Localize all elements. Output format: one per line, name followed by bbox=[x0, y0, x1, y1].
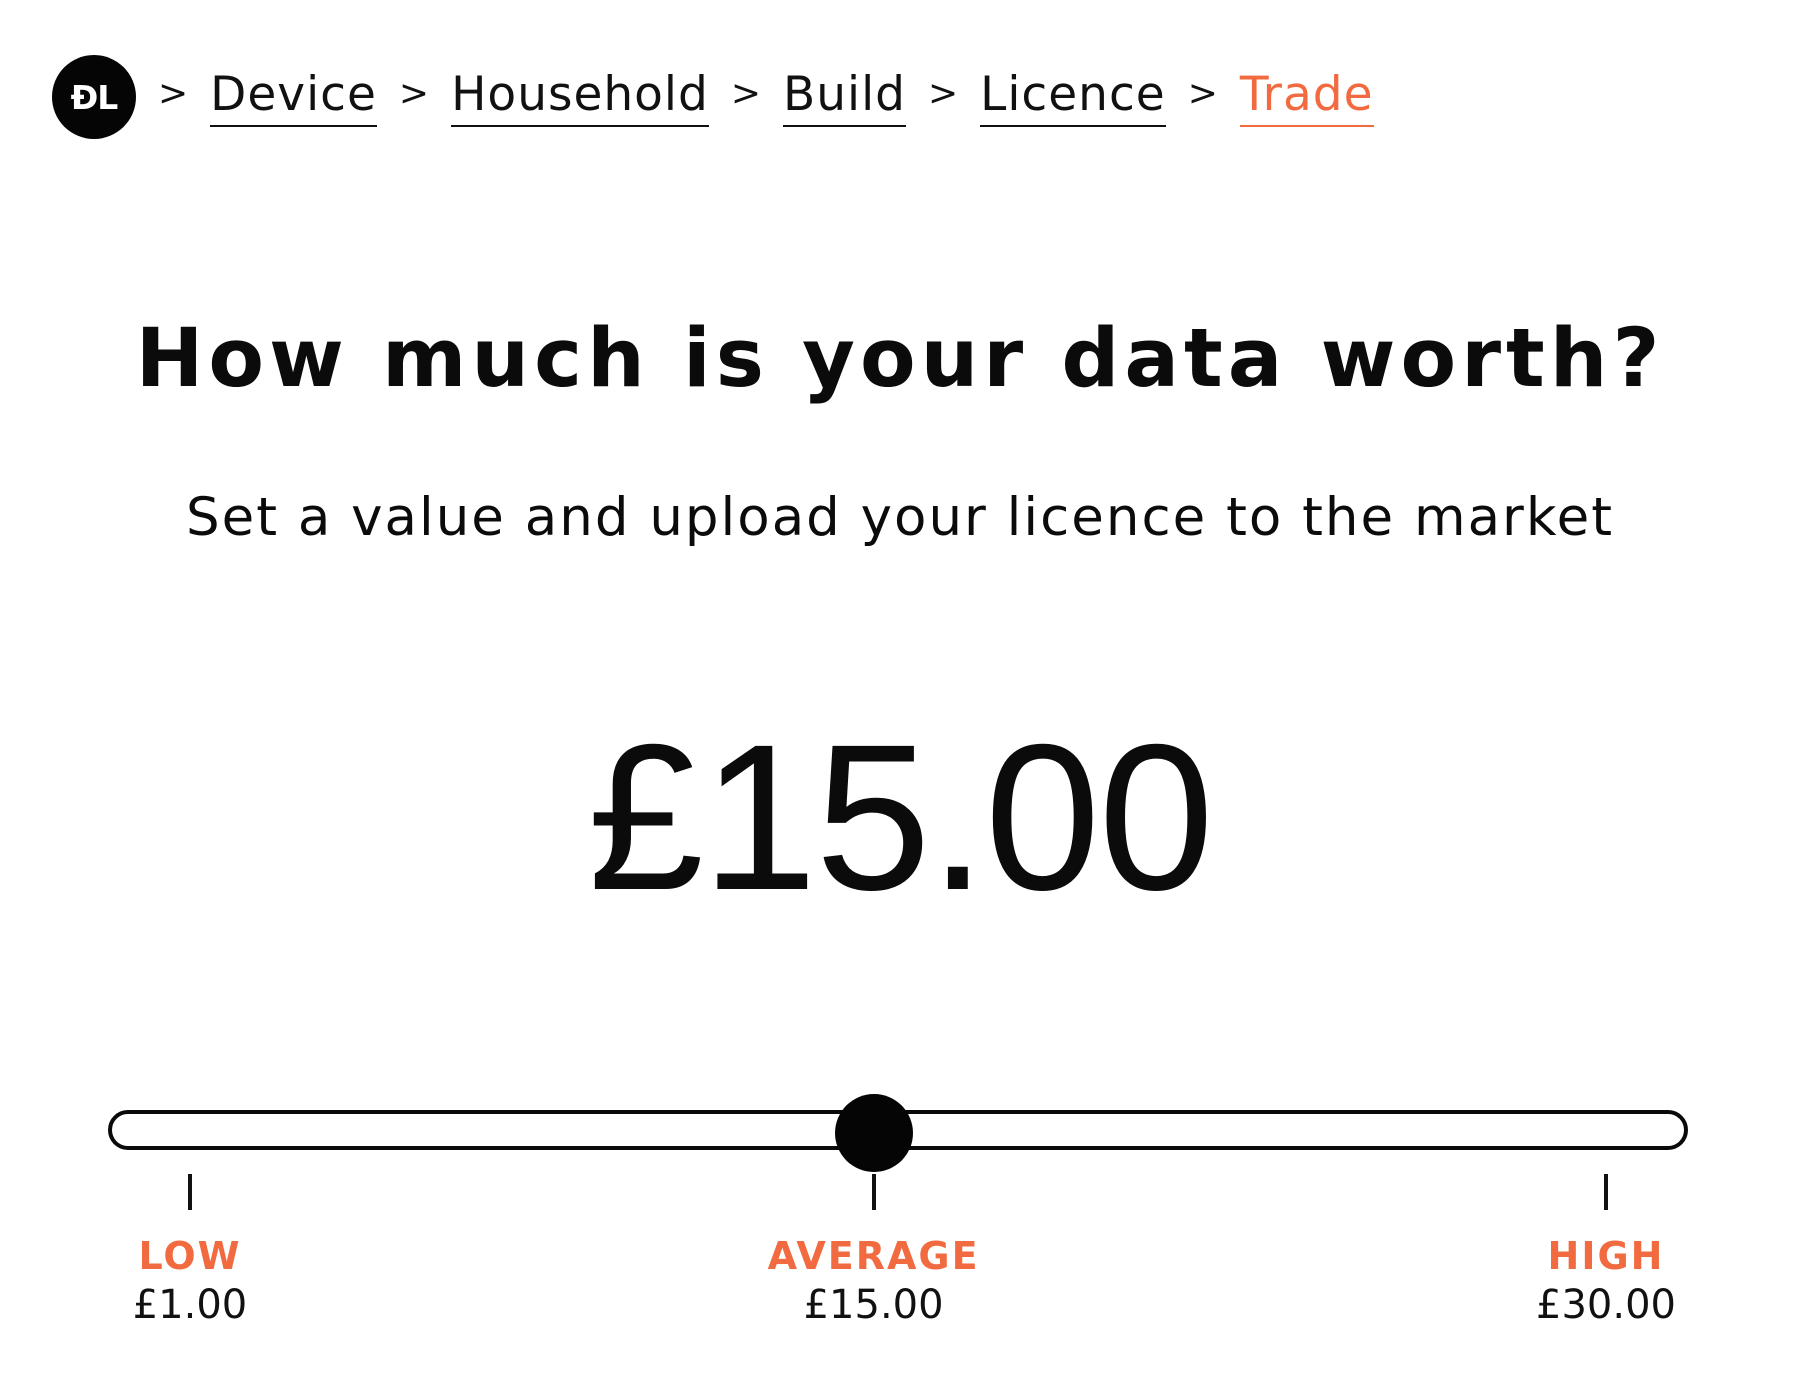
marker-label-low: LOW bbox=[138, 1234, 242, 1278]
logo[interactable]: ĐL bbox=[52, 55, 136, 139]
breadcrumb-link-device[interactable]: Device bbox=[210, 67, 377, 127]
breadcrumb-link-licence[interactable]: Licence bbox=[980, 67, 1166, 127]
breadcrumb-link-household[interactable]: Household bbox=[451, 67, 709, 127]
page-subtitle: Set a value and upload your licence to t… bbox=[185, 487, 1615, 548]
slider-tick-low bbox=[188, 1174, 192, 1210]
marker-value-average: £15.00 bbox=[803, 1281, 944, 1328]
price-slider[interactable] bbox=[108, 1094, 1688, 1172]
marker-label-high: HIGH bbox=[1547, 1234, 1665, 1278]
breadcrumb-link-trade[interactable]: Trade bbox=[1239, 67, 1374, 127]
breadcrumb-separator: > bbox=[927, 73, 959, 115]
marker-value-low: £1.00 bbox=[132, 1281, 248, 1328]
breadcrumb-step-household: > Household bbox=[377, 67, 709, 127]
breadcrumb-step-build: > Build bbox=[709, 67, 906, 127]
breadcrumb: ĐL > Device > Household > Build > Licenc… bbox=[52, 54, 1374, 140]
breadcrumb-separator: > bbox=[158, 73, 189, 115]
breadcrumb-separator: > bbox=[730, 73, 761, 115]
marker-label-average: AVERAGE bbox=[767, 1234, 980, 1278]
breadcrumb-step-trade: > Trade bbox=[1166, 67, 1374, 127]
slider-marker-average: AVERAGE £15.00 bbox=[744, 1234, 1004, 1332]
slider-thumb[interactable] bbox=[834, 1094, 913, 1172]
breadcrumb-step-device: > Device bbox=[136, 67, 377, 127]
breadcrumb-separator: > bbox=[1187, 73, 1218, 115]
slider-marker-high: HIGH £30.00 bbox=[1476, 1234, 1736, 1332]
breadcrumb-separator: > bbox=[398, 73, 430, 115]
marker-value-high: £30.00 bbox=[1536, 1281, 1676, 1328]
slider-marker-low: LOW £1.00 bbox=[60, 1234, 320, 1332]
slider-tick-average bbox=[871, 1174, 876, 1210]
breadcrumb-step-licence: > Licence bbox=[906, 67, 1166, 127]
breadcrumb-link-build[interactable]: Build bbox=[783, 67, 906, 127]
page-title: How much is your data worth? bbox=[135, 312, 1665, 406]
slider-tick-high bbox=[1604, 1174, 1608, 1210]
price-value: £15.00 bbox=[587, 702, 1214, 934]
